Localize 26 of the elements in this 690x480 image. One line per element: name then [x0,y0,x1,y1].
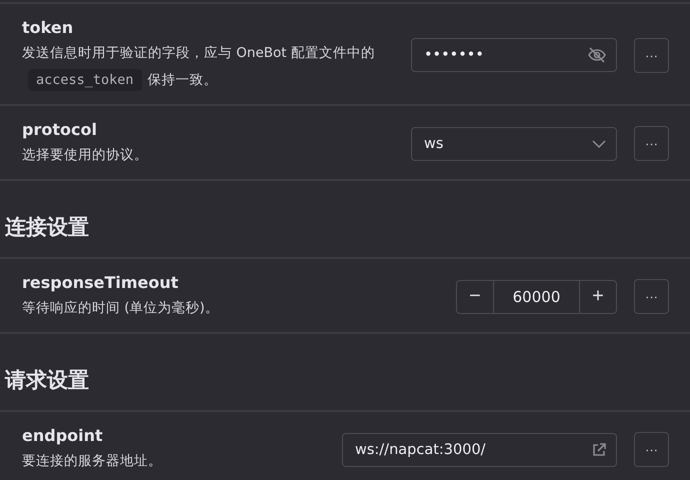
code-snippet: access_token [28,69,142,91]
setting-title: token [22,17,74,39]
setting-title: endpoint [22,425,104,447]
dropdown[interactable]: ws [411,126,617,160]
password-field[interactable]: ••••••• [411,38,617,72]
external-link-icon[interactable] [592,442,606,456]
more-button[interactable]: ··· [634,126,669,161]
increment-button[interactable]: + [580,280,616,312]
number-field[interactable]: 60000 [493,280,580,312]
section-heading: 请求设置 [0,334,690,412]
decrement-button[interactable]: − [457,280,493,312]
setting-description: 发送信息时用于验证的字段，应与 OneBot 配置文件中的 [22,45,375,61]
eye-off-icon[interactable] [588,47,606,63]
section-heading: 连接设置 [0,181,690,259]
setting-description: 等待响应的时间 (单位为毫秒)。 [22,300,219,316]
setting-description: 保持一致。 [148,72,218,88]
more-button[interactable]: ··· [634,279,669,314]
more-button[interactable]: ··· [634,432,669,467]
setting-title: responseTimeout [22,272,180,294]
setting-description: 选择要使用的协议。 [22,147,148,163]
chevron-down-icon [592,140,606,148]
number-stepper[interactable]: − 60000 + [456,280,617,314]
more-button[interactable]: ··· [634,38,669,72]
setting-title: protocol [22,119,98,141]
setting-description: 要连接的服务器地址。 [22,453,162,469]
url-field[interactable]: ws://napcat:3000/ [342,432,617,466]
